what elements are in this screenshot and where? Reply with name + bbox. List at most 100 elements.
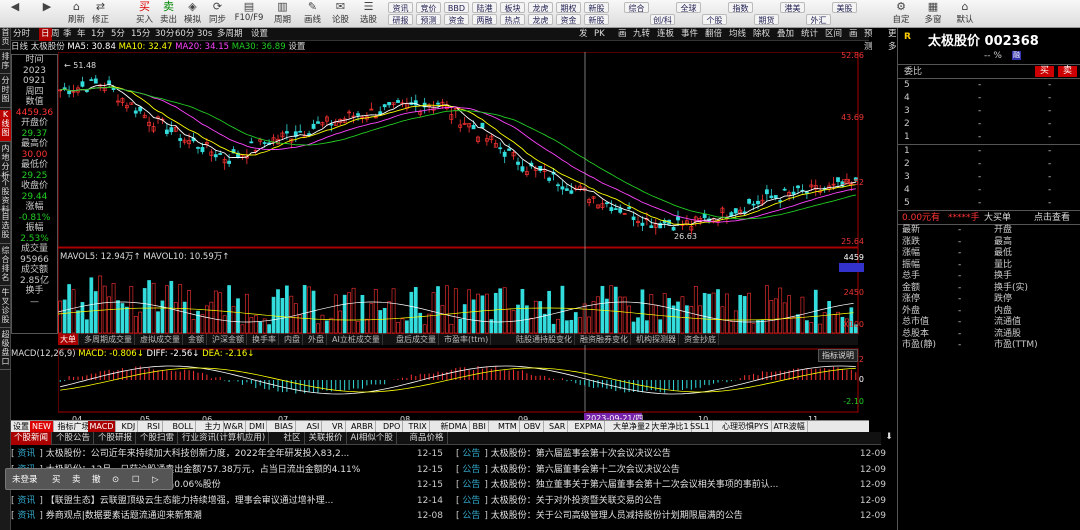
- news_right-row-0[interactable]: [ 公告] 太极股份：第六届监事会第十次会议决议公告 12-09: [456, 447, 890, 463]
- toolbar-grid-top-0[interactable]: 资讯: [388, 2, 413, 13]
- period-tool-5[interactable]: 事件: [681, 28, 698, 41]
- sell-level-0[interactable]: 5 - -: [898, 79, 1080, 92]
- draw-button[interactable]: ✎ 画线: [300, 0, 325, 28]
- buy-level-0[interactable]: 1 - -: [898, 145, 1080, 158]
- left-tab-1[interactable]: 排序: [0, 52, 11, 74]
- default-button[interactable]: ⌂ 默认: [950, 0, 980, 28]
- toolbar-grid-bottom-1[interactable]: 预测: [416, 14, 441, 25]
- settings-link[interactable]: 设置: [288, 42, 305, 52]
- refresh-button[interactable]: ⌂ 刷新: [64, 0, 89, 28]
- news_right-row-2[interactable]: [ 公告] 太极股份：独立董事关于第六届董事会第十二次会议相关事项的事前认...…: [456, 478, 890, 494]
- toolbar-grid-top-3[interactable]: 陆港: [472, 2, 497, 13]
- period-tool-4[interactable]: 连板: [657, 28, 674, 41]
- news_left-row-3[interactable]: [ 资讯] 【联盟生态】云联盟顶级云生态能力持续增强，理事会审议通过增补理...…: [11, 494, 447, 510]
- popup-play-icon[interactable]: ▷: [152, 469, 159, 491]
- news_right-row-3[interactable]: [ 公告] 太极股份：关于对外投资暨关联交易的公告 12-09: [456, 494, 890, 510]
- toolbar-grid-bottom-6[interactable]: 资金: [556, 14, 581, 25]
- volume-subtab-13[interactable]: 机构探测器: [634, 334, 679, 345]
- volume-subtab-4[interactable]: 沪深金额: [210, 334, 247, 345]
- period-12[interactable]: 设置: [251, 28, 268, 41]
- period-10[interactable]: 30s: [197, 28, 212, 41]
- period-tool-2[interactable]: 画: [618, 28, 627, 41]
- period-6[interactable]: 5分: [111, 28, 125, 41]
- toolbar-right-6[interactable]: 港美: [780, 2, 805, 13]
- news-tab-2[interactable]: 个股研报: [95, 432, 137, 445]
- period-4[interactable]: 年: [77, 28, 86, 41]
- revise-button[interactable]: ⇄ 修正: [88, 0, 113, 28]
- toolbar-grid-top-7[interactable]: 新股: [584, 2, 609, 13]
- volume-subtab-0[interactable]: 大单: [58, 334, 79, 345]
- volume-subtab-10[interactable]: 市盈率(ttm): [442, 334, 492, 345]
- period-tool-1[interactable]: PK: [594, 28, 605, 41]
- toolbar-right-1[interactable]: 创/科: [650, 14, 675, 25]
- period-1[interactable]: 日: [39, 28, 52, 41]
- sync-button[interactable]: ⟳ 同步: [205, 0, 230, 28]
- period-tool-12[interactable]: 画: [849, 28, 858, 41]
- period-tool-13[interactable]: 预测: [864, 28, 873, 52]
- left-tab-5[interactable]: 个股资料: [0, 178, 11, 214]
- left-tab-0[interactable]: 首页: [0, 28, 11, 50]
- news-title[interactable]: 券商观点|数据要素话题流通迎来新策潮: [46, 511, 202, 521]
- toolbar-right-7[interactable]: 外汇: [806, 14, 831, 25]
- f10-button[interactable]: ▤ F10/F9: [232, 0, 266, 28]
- news-title[interactable]: 太极股份：关于公司高级管理人员减持股份计划期限届满的公告: [491, 511, 743, 521]
- news-title[interactable]: 太极股份：关于对外投资暨关联交易的公告: [491, 496, 662, 506]
- news-title[interactable]: 太极股份：独立董事关于第六届董事会第十二次会议相关事项的事前认...: [491, 480, 779, 490]
- toolbar-grid-top-4[interactable]: 板块: [500, 2, 525, 13]
- argue-button[interactable]: ✉ 论股: [328, 0, 353, 28]
- popup-sell[interactable]: 卖: [72, 469, 81, 491]
- volume-subtab-11[interactable]: 陆股通持股变化: [514, 334, 575, 345]
- left-tab-2[interactable]: 分时图: [0, 76, 11, 108]
- period-5[interactable]: 1分: [91, 28, 105, 41]
- volume-subtab-3[interactable]: 金额: [186, 334, 207, 345]
- period-button[interactable]: ▥ 周期: [270, 0, 295, 28]
- select-stock-button[interactable]: ☰ 选股: [356, 0, 381, 28]
- login-status[interactable]: 未登录: [12, 469, 38, 491]
- left-tab-9[interactable]: 超级盘口: [0, 330, 11, 370]
- toolbar-right-8[interactable]: 美股: [832, 2, 857, 13]
- toolbar-grid-top-5[interactable]: 龙虎: [528, 2, 553, 13]
- toolbar-right-3[interactable]: 个股: [702, 14, 727, 25]
- period-9[interactable]: 60分: [175, 28, 194, 41]
- period-11[interactable]: 多周期: [217, 28, 243, 41]
- sell-level-2[interactable]: 3 - -: [898, 105, 1080, 118]
- simulate-button[interactable]: ◈ 模拟: [180, 0, 205, 28]
- buy-level-1[interactable]: 2 - -: [898, 158, 1080, 171]
- period-3[interactable]: 季: [63, 28, 72, 41]
- news-tab-5[interactable]: 社区: [281, 432, 305, 445]
- buy-button[interactable]: 买买入: [132, 0, 157, 28]
- period-2[interactable]: 周: [51, 28, 60, 41]
- volume-subtab-6[interactable]: 内盘: [282, 334, 303, 345]
- toolbar-grid-top-1[interactable]: 竞价: [416, 2, 441, 13]
- popup-buy[interactable]: 买: [52, 469, 61, 491]
- news-tab-0[interactable]: 个股新闻: [11, 432, 53, 445]
- news-tab-8[interactable]: 商品价格: [407, 432, 448, 445]
- popup-window-icon[interactable]: ☐: [132, 469, 140, 491]
- volume-subtab-2[interactable]: 虚拟成交量: [138, 334, 183, 345]
- period-tool-8[interactable]: 除权: [753, 28, 770, 41]
- period-tool-7[interactable]: 均线: [729, 28, 746, 41]
- news-title[interactable]: 太极股份：公司近年来持续加大科技创新力度，2022年全年研发投入83,2...: [46, 449, 350, 459]
- toolbar-grid-top-2[interactable]: BBD: [444, 2, 469, 13]
- news-title[interactable]: 太极股份：第六届监事会第十次会议决议公告: [491, 449, 671, 459]
- toolbar-grid-bottom-3[interactable]: 两融: [472, 14, 497, 25]
- period-tool-6[interactable]: 翻倍: [705, 28, 722, 41]
- indicator-help-button[interactable]: 指标说明: [818, 349, 858, 362]
- volume-subtab-8[interactable]: AI立桩成交量: [330, 334, 383, 345]
- back-button[interactable]: ◀: [4, 0, 26, 28]
- quick-sell-button[interactable]: 卖: [1058, 66, 1078, 77]
- volume-subtab-14[interactable]: 资金抄底: [682, 334, 719, 345]
- news-tab-4[interactable]: 行业资讯(计算机应用): [179, 432, 270, 445]
- toolbar-grid-bottom-2[interactable]: 资金: [444, 14, 469, 25]
- period-tool-9[interactable]: 叠加: [777, 28, 794, 41]
- left-tab-8[interactable]: 牛叉诊股: [0, 288, 11, 328]
- news-tab-1[interactable]: 个股公告: [53, 432, 95, 445]
- buy-level-3[interactable]: 4 - -: [898, 184, 1080, 197]
- left-tab-6[interactable]: 自选股: [0, 212, 11, 244]
- news_right-row-4[interactable]: [ 公告] 太极股份：关于公司高级管理人员减持股份计划期限届满的公告 12-09: [456, 509, 890, 525]
- news_left-row-4[interactable]: [ 资讯] 券商观点|数据要素话题流通迎来新策潮 12-08: [11, 509, 447, 525]
- news_left-row-0[interactable]: [ 资讯] 太极股份：公司近年来持续加大科技创新力度，2022年全年研发投入83…: [11, 447, 447, 463]
- news-tab-3[interactable]: 个股扫雷: [137, 432, 179, 445]
- volume-subtab-5[interactable]: 换手率: [250, 334, 279, 345]
- volume-subtab-1[interactable]: 多周期成交量: [82, 334, 135, 345]
